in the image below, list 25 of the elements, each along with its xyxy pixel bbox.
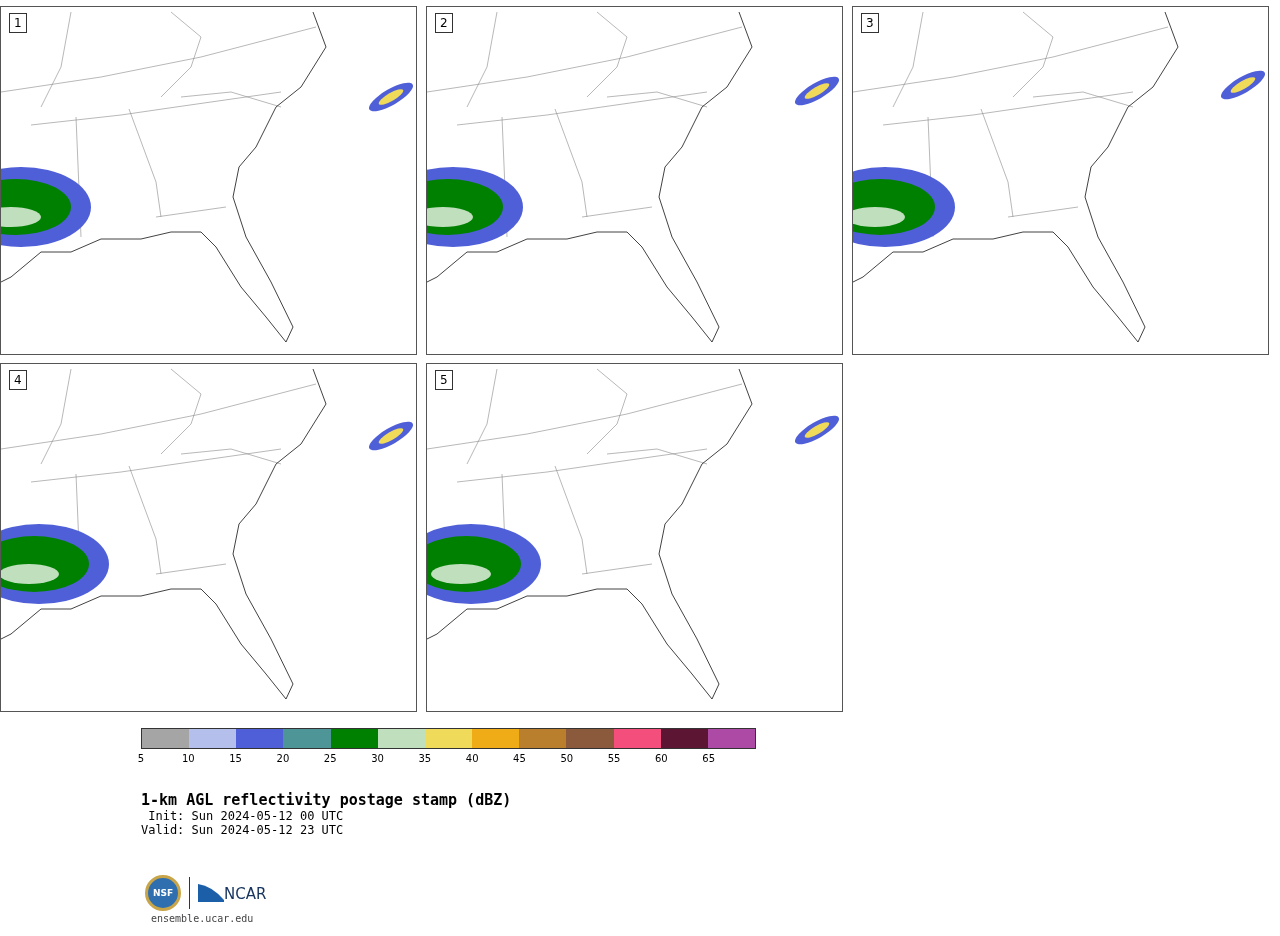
tick-label: 30 [371,753,384,764]
chart-title: 1-km AGL reflectivity postage stamp (dBZ) [141,791,512,809]
tick-label: 50 [560,753,574,764]
tick-label: 25 [323,753,337,764]
tick-label: 15 [229,753,242,764]
init-time: Init: Sun 2024-05-12 00 UTC [147,809,344,823]
valid-time: Valid: Sun 2024-05-12 23 UTC [141,823,344,837]
tick-label: 65 [702,753,716,764]
logo-wordmark: NCAR [224,886,267,902]
panel-number: 2 [435,13,453,33]
tick-label: 10 [181,753,195,764]
tick-label: 35 [418,753,432,764]
tick-label: 5 [137,753,145,764]
panel-number: 1 [9,13,27,33]
swoosh-icon [198,884,224,902]
panel-number: 5 [435,370,453,390]
site-url: ensemble.ucar.edu [151,913,254,925]
seal-text: NSF [152,888,174,898]
tick-label: 40 [465,753,479,764]
panel-number: 4 [9,370,27,390]
tick-label: 45 [513,753,526,764]
tick-label: 60 [655,753,668,764]
tick-label: 55 [607,753,621,764]
panel-number: 3 [861,13,879,33]
tick-label: 20 [276,753,290,764]
